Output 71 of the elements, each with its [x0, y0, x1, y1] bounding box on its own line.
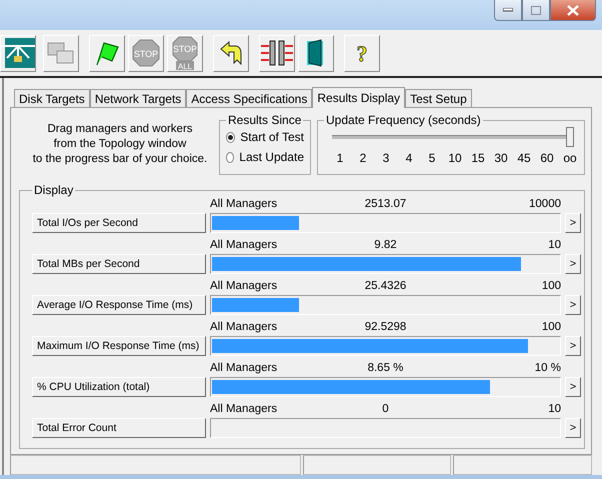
tab[interactable]: Network Targets — [90, 89, 186, 107]
value-label: 0 — [382, 403, 389, 416]
tick-label: 60 — [539, 151, 555, 165]
tick-label: 10 — [447, 151, 463, 165]
tab[interactable]: Disk Targets — [14, 89, 90, 107]
instructions-text: Drag managers and workers from the Topology window to the progress bar of your choice. — [32, 122, 208, 166]
maximize-icon — [531, 6, 541, 14]
arrow-button[interactable]: > — [565, 336, 581, 356]
metric-button[interactable]: Total I/Os per Second — [32, 213, 206, 233]
tick-label: 45 — [516, 151, 532, 165]
max-label: 10 — [547, 239, 561, 252]
close-button[interactable] — [550, 0, 596, 21]
metric-button[interactable]: Total Error Count — [32, 418, 206, 438]
metric-button[interactable]: Maximum I/O Response Time (ms) — [32, 336, 206, 356]
group-title: Results Since — [227, 113, 302, 127]
back-arrow-icon — [219, 41, 243, 65]
tab[interactable]: Test Setup — [405, 89, 472, 107]
toolbar-button[interactable] — [259, 34, 295, 72]
toolbar-button[interactable] — [89, 34, 125, 72]
tab[interactable]: Results Display — [312, 87, 406, 108]
source-label: All Managers — [210, 362, 278, 375]
source-label: All Managers — [210, 321, 278, 334]
max-label: 100 — [540, 321, 561, 334]
value-label: 9.82 — [374, 239, 397, 252]
source-label: All Managers — [210, 239, 278, 252]
radio-label: Last Update — [239, 150, 304, 164]
toolbar-button[interactable] — [213, 34, 249, 72]
value-label: 92.5298 — [364, 321, 406, 334]
tick-label: 15 — [470, 151, 486, 165]
max-label: 10 — [547, 403, 561, 416]
source-label: All Managers — [210, 198, 278, 211]
help-icon: ? — [352, 40, 372, 66]
metric-button[interactable]: Average I/O Response Time (ms) — [32, 295, 206, 315]
toolbar-button[interactable] — [298, 34, 334, 72]
slider-thumb[interactable] — [566, 127, 574, 147]
group-title: Display — [33, 183, 74, 197]
tick-label: 2 — [358, 151, 368, 165]
metric-button[interactable]: Total MBs per Second — [32, 254, 206, 274]
max-label: 100 — [540, 280, 561, 293]
group-title: Update Frequency (seconds) — [325, 113, 482, 127]
max-label: 10 % — [534, 362, 561, 375]
arrow-button[interactable]: > — [565, 213, 581, 233]
radio-option[interactable]: Last Update — [226, 147, 304, 167]
tab[interactable]: Access Specifications — [186, 89, 312, 107]
radio-button[interactable] — [226, 132, 236, 142]
radio-label: Start of Test — [240, 130, 304, 144]
tick-label: 3 — [382, 151, 390, 165]
arrow-button[interactable]: > — [565, 377, 581, 397]
arrow-button[interactable]: > — [565, 254, 581, 274]
arrow-button[interactable]: > — [565, 295, 581, 315]
tick-label: 4 — [404, 151, 414, 165]
arrow-button[interactable]: > — [565, 418, 581, 438]
minimize-icon — [503, 8, 513, 12]
tick-label: 5 — [428, 151, 436, 165]
disconnect-icon — [261, 39, 293, 67]
metric-button[interactable]: % CPU Utilization (total) — [32, 377, 206, 397]
max-label: 10000 — [528, 198, 561, 211]
maximize-button[interactable] — [522, 0, 550, 21]
close-icon — [567, 4, 579, 16]
source-label: All Managers — [210, 280, 278, 293]
tick-label: oo — [562, 151, 578, 165]
tick-label: 1 — [336, 151, 344, 165]
value-label: 2513.07 — [364, 198, 406, 211]
radio-option[interactable]: Start of Test — [226, 127, 304, 147]
value-label: 8.65 % — [368, 362, 404, 375]
value-label: 25.4326 — [364, 280, 406, 293]
source-label: All Managers — [210, 403, 278, 416]
windows-icon — [47, 42, 75, 64]
minimize-button[interactable] — [494, 0, 522, 21]
radio-button[interactable] — [226, 152, 234, 162]
tick-label: 30 — [493, 151, 509, 165]
